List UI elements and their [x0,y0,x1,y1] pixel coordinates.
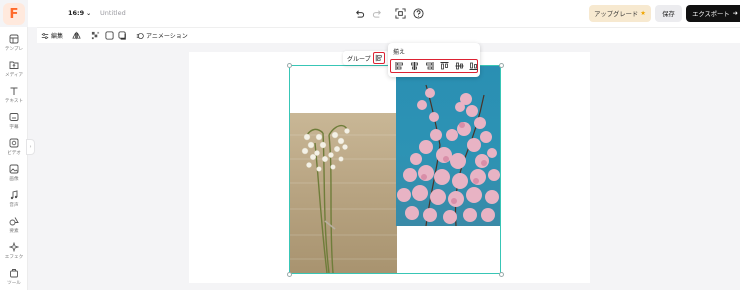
align-popup-title: 揃え [393,49,406,56]
align-popup: 揃え [388,43,480,77]
resize-handle-top-right[interactable] [499,63,504,68]
sidebar-item-video[interactable]: ビデオ [0,136,28,160]
sidebar-item-label: 画像 [9,177,19,182]
sidebar-item-label: メディア [4,73,24,78]
sidebar: テンプレ メディア テキスト 字幕 ビデオ 画像 音声 要素 エフェク ツール [0,27,28,290]
folder-upload-icon [9,61,19,69]
aspect-ratio-selector[interactable]: 16:9 ⌄ [68,9,91,17]
arrow-right-icon: ➜ [732,10,738,17]
image-icon [9,164,19,174]
element-toolbar: 編集 アニメーション [37,27,740,43]
screenshot-icon[interactable] [395,8,406,19]
edit-button[interactable]: 編集 [41,31,63,40]
music-icon [10,190,18,200]
sidebar-item-label: ツール [7,281,21,286]
text-icon [10,87,18,95]
align-horizontal-center-icon[interactable] [409,61,420,71]
edit-label: 編集 [51,33,64,40]
animation-icon [136,32,144,39]
sidebar-item-label: テンプレ [4,47,24,52]
undo-icon[interactable] [354,8,365,19]
transparency-icon[interactable] [91,31,100,40]
sidebar-item-subtitles[interactable]: 字幕 [0,110,28,134]
sidebar-item-media[interactable]: メディア [0,58,28,82]
flip-icon[interactable] [72,31,81,40]
group-toolbar: グループ [343,51,389,65]
sidebar-item-tools[interactable]: ツール [0,266,28,290]
collapse-sidebar-tab[interactable]: › [26,139,35,155]
elements-icon [9,217,19,226]
align-top-icon[interactable] [439,61,450,71]
sidebar-item-label: 音声 [9,203,19,208]
animation-button[interactable]: アニメーション [136,31,188,40]
shadow-icon[interactable] [118,31,127,40]
sidebar-item-elements[interactable]: 要素 [0,214,28,238]
resize-handle-bottom-right[interactable] [499,272,504,277]
save-button[interactable]: 保存 [655,5,682,22]
redo-icon[interactable] [372,8,383,19]
align-bottom-icon[interactable] [468,61,479,71]
align-right-icon[interactable] [424,61,435,71]
align-left-icon[interactable] [394,61,405,71]
help-icon[interactable] [413,8,424,19]
align-menu-button[interactable] [373,52,385,64]
sliders-icon [41,32,49,39]
subtitle-icon [9,113,19,121]
top-bar: 16:9 ⌄ Untitled アップグレード ★ 保存 エクスポート ➜ [28,0,740,27]
border-icon[interactable] [105,31,114,40]
template-icon [9,34,19,44]
sidebar-item-label: 要素 [9,229,19,234]
animation-label: アニメーション [146,33,188,40]
resize-handle-top-left[interactable] [287,63,292,68]
document-title[interactable]: Untitled [100,9,126,17]
crown-icon: ★ [640,10,646,17]
effects-icon [9,242,19,252]
app-logo[interactable]: F [3,3,25,25]
sidebar-item-label: 字幕 [9,125,19,130]
aspect-ratio-value: 16:9 [68,9,85,17]
align-options-row [390,59,478,73]
sidebar-item-label: エフェク [4,255,24,260]
group-selection-box[interactable] [289,65,501,274]
sidebar-item-label: テキスト [4,99,24,104]
chevron-right-icon: › [29,144,32,150]
video-icon [9,138,19,148]
align-vertical-center-icon[interactable] [454,61,465,71]
chevron-down-icon: ⌄ [86,10,92,17]
sidebar-item-label: ビデオ [7,151,21,156]
sidebar-item-text[interactable]: テキスト [0,84,28,108]
resize-handle-bottom-left[interactable] [287,272,292,277]
sidebar-item-images[interactable]: 画像 [0,162,28,186]
app-root: 16:9 ⌄ Untitled アップグレード ★ 保存 エクスポート ➜ テンプレ … [0,0,740,290]
export-button[interactable]: エクスポート ➜ [686,5,740,22]
upgrade-label: アップグレード [594,11,639,18]
export-label: エクスポート [692,11,730,18]
tools-icon [10,269,18,278]
align-left-icon [375,54,382,62]
upgrade-button[interactable]: アップグレード ★ [589,5,651,22]
sidebar-item-audio[interactable]: 音声 [0,188,28,212]
sidebar-item-effects[interactable]: エフェク [0,240,28,264]
sidebar-item-templates[interactable]: テンプレ [0,32,28,56]
group-button[interactable]: グループ [347,54,371,63]
logo-letter: F [9,6,19,22]
